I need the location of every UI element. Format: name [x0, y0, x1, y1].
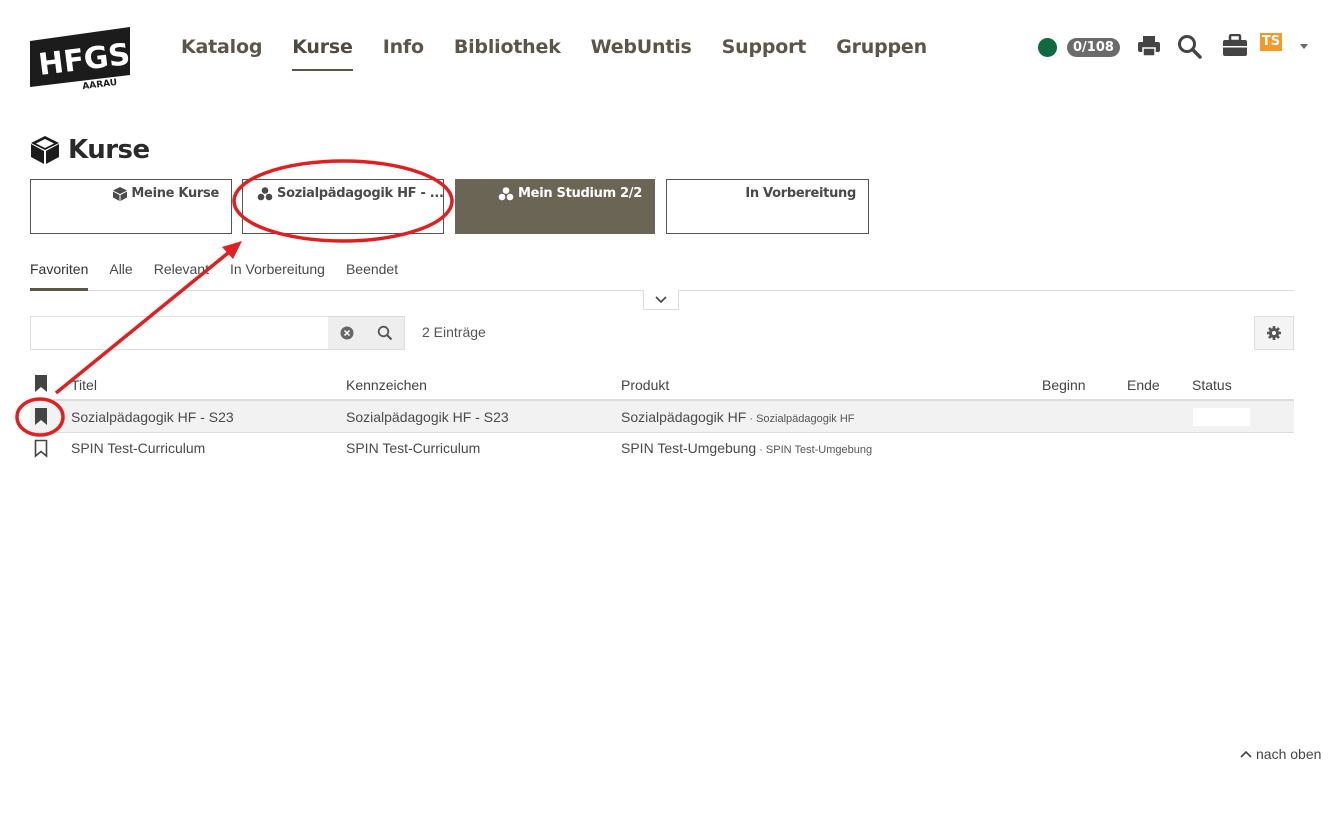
- table-header: Titel Kennzeichen Produkt Beginn Ende St…: [30, 372, 1294, 401]
- cubes-icon: [498, 186, 514, 200]
- print-icon[interactable]: [1137, 34, 1161, 58]
- back-to-top-link[interactable]: nach oben: [1240, 746, 1321, 762]
- search-input[interactable]: [31, 317, 328, 349]
- tile-label: In Vorbereitung: [745, 186, 856, 201]
- cube-icon: [31, 136, 59, 164]
- column-header-ende[interactable]: Ende: [1127, 377, 1160, 393]
- column-header-produkt[interactable]: Produkt: [621, 377, 669, 393]
- page-title: Kurse: [30, 135, 150, 165]
- nav-bibliothek[interactable]: Bibliothek: [454, 36, 561, 71]
- row-product-sub: Sozialpädagogik HF: [756, 413, 855, 425]
- column-header-kennzeichen[interactable]: Kennzeichen: [346, 377, 427, 393]
- search-bar: [30, 316, 405, 350]
- nav-support[interactable]: Support: [722, 36, 807, 71]
- tab-in-vorbereitung[interactable]: In Vorbereitung: [230, 261, 325, 291]
- clear-icon: [340, 326, 354, 340]
- main-nav: Katalog Kurse Info Bibliothek WebUntis S…: [181, 36, 927, 71]
- search-submit-button[interactable]: [366, 317, 404, 349]
- row-title[interactable]: Sozialpädagogik HF - S23: [71, 409, 234, 425]
- row-code: Sozialpädagogik HF - S23: [346, 409, 509, 425]
- bookmark-filled-icon[interactable]: [34, 407, 48, 426]
- tile-mein-studium[interactable]: Mein Studium 2/2: [455, 179, 655, 234]
- tile-sozialpaedagogik[interactable]: Sozialpädagogik HF - ...: [242, 179, 444, 234]
- tile-label: Sozialpädagogik HF - ...: [277, 186, 444, 201]
- cubes-icon: [257, 186, 273, 200]
- tab-relevant[interactable]: Relevant: [154, 261, 209, 291]
- row-product-separator: ·: [756, 444, 766, 456]
- briefcase-icon[interactable]: [1222, 34, 1248, 58]
- row-code: SPIN Test-Curriculum: [346, 440, 481, 456]
- row-product: Sozialpädagogik HF · Sozialpädagogik HF: [621, 409, 855, 425]
- search-icon[interactable]: [1177, 34, 1203, 60]
- tab-alle[interactable]: Alle: [109, 261, 132, 291]
- table-row[interactable]: SPIN Test-Curriculum SPIN Test-Curriculu…: [30, 433, 1294, 465]
- counter-badge[interactable]: 0/108: [1067, 37, 1120, 57]
- nav-kurse[interactable]: Kurse: [292, 36, 353, 71]
- hfgs-logo[interactable]: HFGS AARAU: [30, 27, 132, 92]
- header-status[interactable]: 0/108: [1038, 33, 1120, 61]
- column-header-titel[interactable]: Titel: [71, 377, 97, 393]
- row-title[interactable]: SPIN Test-Curriculum: [71, 440, 205, 456]
- status-badge: [1193, 408, 1250, 426]
- tile-in-vorbereitung[interactable]: In Vorbereitung: [666, 179, 869, 234]
- expand-filter-button[interactable]: [643, 290, 679, 310]
- tab-beendet[interactable]: Beendet: [346, 261, 398, 291]
- column-header-status[interactable]: Status: [1192, 377, 1232, 393]
- row-product: SPIN Test-Umgebung · SPIN Test-Umgebung: [621, 440, 872, 456]
- row-product-name: SPIN Test-Umgebung: [621, 440, 757, 456]
- filter-tabs: Favoriten Alle Relevant In Vorbereitung …: [30, 261, 1294, 291]
- nav-gruppen[interactable]: Gruppen: [836, 36, 927, 71]
- cube-icon: [113, 186, 128, 201]
- bookmark-outline-icon[interactable]: [34, 439, 48, 458]
- annotation-arrowhead: [222, 241, 242, 259]
- table-row[interactable]: Sozialpädagogik HF - S23 Sozialpädagogik…: [30, 401, 1294, 433]
- tile-label: Meine Kurse: [131, 186, 219, 201]
- row-product-sub: SPIN Test-Umgebung: [765, 444, 873, 456]
- user-avatar[interactable]: TS: [1260, 33, 1282, 51]
- tile-meine-kurse[interactable]: Meine Kurse: [30, 179, 232, 234]
- row-product-separator: ·: [746, 413, 757, 425]
- clear-search-button[interactable]: [328, 317, 366, 349]
- tab-favoriten[interactable]: Favoriten: [30, 261, 89, 291]
- gear-icon: [1267, 326, 1281, 340]
- result-count: 2 Einträge: [422, 324, 486, 340]
- nav-info[interactable]: Info: [383, 36, 424, 71]
- chevron-down-icon: [655, 295, 667, 303]
- back-to-top-label: nach oben: [1256, 746, 1322, 762]
- table-settings-button[interactable]: [1254, 316, 1294, 350]
- bookmark-icon[interactable]: [34, 374, 48, 393]
- nav-katalog[interactable]: Katalog: [181, 36, 262, 71]
- column-header-beginn[interactable]: Beginn: [1042, 377, 1086, 393]
- chevron-down-icon[interactable]: [1300, 44, 1308, 49]
- row-product-name: Sozialpädagogik HF: [621, 409, 747, 425]
- tile-label: Mein Studium 2/2: [518, 186, 642, 201]
- chevron-up-icon: [1240, 750, 1252, 758]
- nav-webuntis[interactable]: WebUntis: [591, 36, 692, 71]
- search-icon: [377, 325, 393, 341]
- page-heading: Kurse: [68, 135, 150, 165]
- online-status-icon: [1038, 37, 1057, 57]
